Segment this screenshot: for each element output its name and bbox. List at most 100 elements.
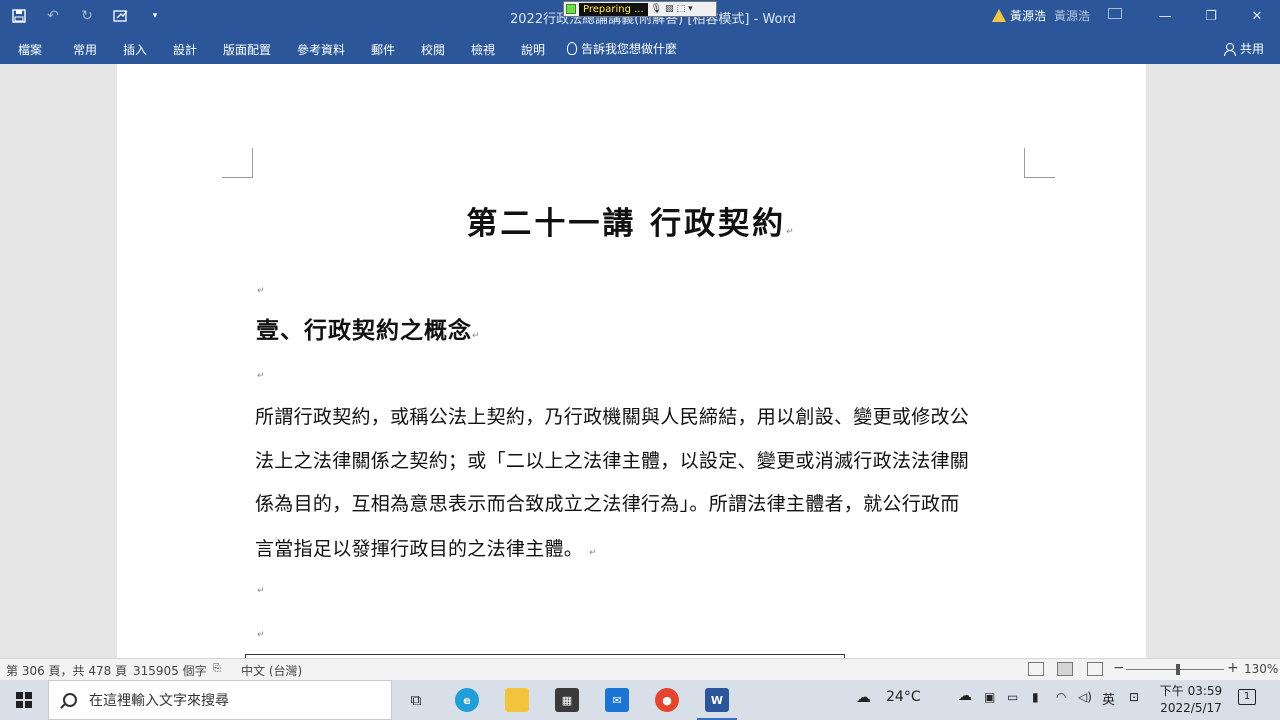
redo-icon[interactable]: ↻ xyxy=(76,6,98,26)
save-icon[interactable] xyxy=(8,6,30,26)
record-indicator-icon xyxy=(566,4,576,14)
paragraph-line: 係為目的，互相為意思表示而合致成立之法律行為」。所謂法律主體者，就公行政而 xyxy=(255,493,960,515)
clock[interactable]: 下午 03:59 2022/5/17 xyxy=(1158,683,1224,717)
paragraph-line: 法上之法律關係之契約；或「二以上之法律主體，以設定、變更或消滅行政法法律關 xyxy=(255,450,970,472)
document-title: 第二十一講 行政契約↵ xyxy=(117,198,1146,243)
paragraph-mark: ↵ xyxy=(257,371,265,381)
paragraph-mark: ↵ xyxy=(589,548,597,558)
title-bar: ↶ ↻ ▾ 2022行政法總論講義(附解答) [相容模式] - Word Pre… xyxy=(0,0,1280,32)
document-canvas[interactable]: 第二十一講 行政契約↵ ↵ 壹、行政契約之概念↵ ↵ 所謂行政契約，或稱公法上契… xyxy=(0,64,1280,658)
print-layout-icon[interactable] xyxy=(1057,662,1073,676)
section-heading: 壹、行政契約之概念↵ xyxy=(256,311,481,345)
tab-file[interactable]: 檔案 xyxy=(18,41,42,58)
language-indicator[interactable]: 中文 (台灣) xyxy=(241,662,302,679)
section-heading-text: 壹、行政契約之概念 xyxy=(256,317,472,344)
crop-mark-top-left xyxy=(222,148,253,178)
tab-insert[interactable]: 插入 xyxy=(123,41,147,58)
ime-indicator[interactable]: 英 xyxy=(1102,689,1115,708)
notification-center-icon[interactable]: 1 xyxy=(1238,689,1256,705)
clock-date: 2022/5/17 xyxy=(1160,701,1222,715)
search-icon xyxy=(63,693,77,707)
zoom-slider-handle[interactable] xyxy=(1176,664,1180,675)
mail-icon[interactable]: ✉ xyxy=(605,688,629,712)
page-count[interactable]: 第 306 頁，共 478 頁 xyxy=(6,662,127,679)
chrome-icon[interactable]: ● xyxy=(655,688,679,712)
paragraph-mark: ↵ xyxy=(786,227,797,237)
word-count[interactable]: 315905 個字 xyxy=(133,662,207,679)
recorder-widget[interactable]: Preparing ... 🎙 ▧ ⬚ ▾ xyxy=(563,1,717,17)
region-select-icon[interactable]: ⬚ xyxy=(677,4,686,14)
restore-button[interactable]: ❐ xyxy=(1188,0,1234,32)
tab-home[interactable]: 常用 xyxy=(73,41,97,58)
weather-cloud-icon[interactable]: ☁ xyxy=(856,688,871,706)
paragraph-line: 所謂行政契約，或稱公法上契約，乃行政機關與人民締結，用以創設、變更或修改公 xyxy=(255,406,970,428)
temperature[interactable]: 24°C xyxy=(886,689,921,705)
tab-view[interactable]: 檢視 xyxy=(471,41,495,58)
account-area[interactable]: 黃源浩 黃源浩 xyxy=(992,7,1090,24)
read-mode-icon[interactable] xyxy=(1028,662,1044,676)
status-bar: 第 306 頁，共 478 頁 315905 個字 ⎘ 中文 (台灣) − + … xyxy=(0,658,1280,680)
tab-review[interactable]: 校閱 xyxy=(421,41,445,58)
document-title-text: 第二十一講 行政契約 xyxy=(466,206,787,242)
paragraph-line-last: 言當指足以發揮行政目的之法律主體。 ↵ xyxy=(255,534,597,561)
proofing-icon[interactable]: ⎘ xyxy=(213,663,221,674)
recorder-status: Preparing ... xyxy=(579,2,648,16)
zoom-level[interactable]: 130% xyxy=(1244,662,1278,676)
start-button[interactable] xyxy=(0,680,48,720)
tray-app-icon[interactable]: ▣ xyxy=(984,690,995,704)
search-placeholder: 在這裡輸入文字來搜尋 xyxy=(89,693,229,709)
paragraph-mark: ↵ xyxy=(257,286,265,296)
ribbon-display-options-icon[interactable] xyxy=(1108,8,1122,19)
microphone-icon[interactable]: 🎙 xyxy=(651,4,662,14)
undo-icon[interactable]: ↶ xyxy=(42,6,64,26)
warning-icon xyxy=(992,9,1006,22)
ime-mode-icon[interactable]: ⊡ xyxy=(1129,690,1139,704)
dropdown-icon[interactable]: ▾ xyxy=(688,4,693,14)
store-icon[interactable]: ▦ xyxy=(555,688,579,712)
user-name-secondary: 黃源浩 xyxy=(1054,9,1091,23)
taskbar: 在這裡輸入文字來搜尋 ⧉ e ▦ ✉ ● W ☁ 24°C ☁ ▣ ▭ ▮ ◠ … xyxy=(0,680,1280,720)
wifi-icon[interactable]: ◠ xyxy=(1056,690,1066,704)
file-explorer-icon[interactable] xyxy=(505,688,529,712)
task-view-icon[interactable]: ⧉ xyxy=(404,688,428,712)
quick-access-toolbar: ↶ ↻ ▾ xyxy=(8,6,166,26)
minimize-button[interactable]: — xyxy=(1142,0,1188,32)
windows-logo-icon xyxy=(16,692,32,708)
paragraph-mark: ↵ xyxy=(257,630,265,640)
clock-time: 下午 03:59 xyxy=(1159,684,1223,698)
share-label: 共用 xyxy=(1239,42,1264,56)
zoom-in-button[interactable]: + xyxy=(1227,660,1239,676)
tab-help[interactable]: 說明 xyxy=(521,41,545,58)
paragraph-mark: ↵ xyxy=(472,331,481,341)
tab-layout[interactable]: 版面配置 xyxy=(223,41,271,58)
customize-qat-icon[interactable]: ▾ xyxy=(144,6,166,26)
person-icon xyxy=(1223,42,1236,56)
ribbon-tabs: 檔案 常用 插入 設計 版面配置 參考資料 郵件 校閱 檢視 說明 告訴我您想做… xyxy=(0,32,1280,64)
camera-off-icon[interactable]: ▧ xyxy=(665,4,674,14)
crop-mark-top-right xyxy=(1024,148,1055,178)
volume-icon[interactable]: ◁) xyxy=(1078,690,1092,704)
touch-mode-icon[interactable] xyxy=(110,6,132,26)
zoom-slider-track[interactable] xyxy=(1126,669,1224,670)
battery-icon[interactable]: ▭ xyxy=(1007,690,1018,704)
taskbar-search-box[interactable]: 在這裡輸入文字來搜尋 xyxy=(48,680,392,720)
zoom-out-button[interactable]: − xyxy=(1113,660,1125,676)
tab-mailings[interactable]: 郵件 xyxy=(371,41,395,58)
word-icon[interactable]: W xyxy=(705,688,729,712)
lightbulb-icon xyxy=(567,42,577,55)
tell-me-search[interactable]: 告訴我您想做什麼 xyxy=(567,40,677,57)
share-button[interactable]: 共用 xyxy=(1223,40,1264,57)
microphone-tray-icon[interactable]: ▮ xyxy=(1032,690,1039,704)
window-controls: — ❐ ✕ xyxy=(1142,0,1280,32)
tell-me-label: 告訴我您想做什麼 xyxy=(581,42,678,56)
web-layout-icon[interactable] xyxy=(1087,662,1103,676)
paragraph-line-text: 言當指足以發揮行政目的之法律主體。 xyxy=(255,538,584,560)
paragraph-mark: ↵ xyxy=(257,586,265,596)
close-button[interactable]: ✕ xyxy=(1234,0,1280,32)
tab-references[interactable]: 參考資料 xyxy=(297,41,345,58)
document-page[interactable]: 第二十一講 行政契約↵ ↵ 壹、行政契約之概念↵ ↵ 所謂行政契約，或稱公法上契… xyxy=(117,64,1146,658)
onedrive-icon[interactable]: ☁ xyxy=(958,688,972,704)
edge-icon[interactable]: e xyxy=(455,688,479,712)
tab-design[interactable]: 設計 xyxy=(173,41,197,58)
user-name: 黃源浩 xyxy=(1010,9,1047,23)
